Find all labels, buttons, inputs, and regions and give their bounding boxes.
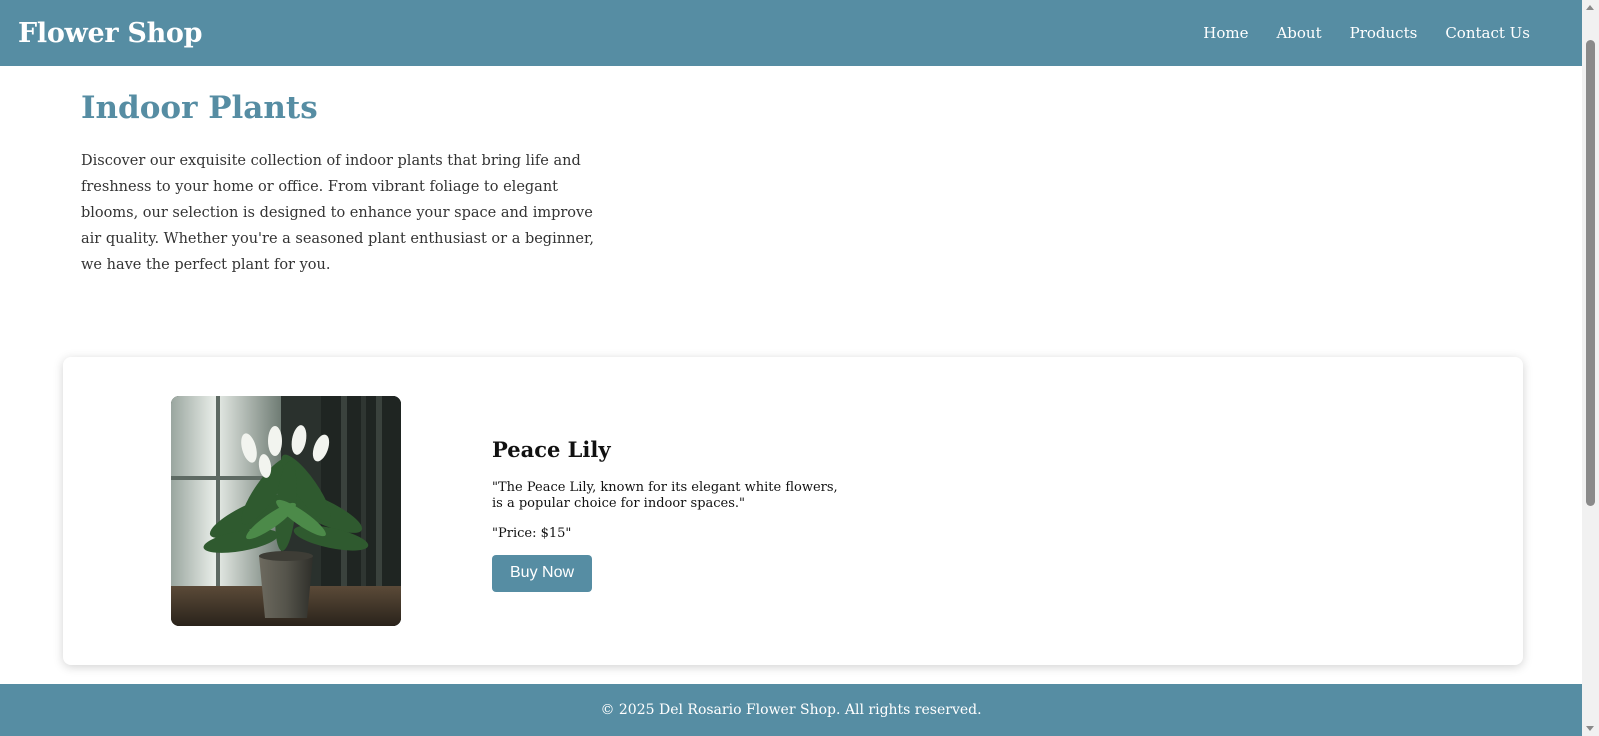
nav-link-home[interactable]: Home — [1203, 24, 1248, 42]
nav-link-products[interactable]: Products — [1350, 24, 1418, 42]
product-description: "The Peace Lily, known for its elegant w… — [492, 480, 838, 511]
scroll-up-arrow-icon[interactable] — [1586, 5, 1594, 10]
product-name: Peace Lily — [492, 437, 611, 462]
nav-links: Home About Products Contact Us — [1203, 24, 1530, 42]
intro-section: Indoor Plants Discover our exquisite col… — [81, 90, 611, 278]
scrollbar-thumb[interactable] — [1586, 40, 1595, 506]
footer-copyright: © 2025 Del Rosario Flower Shop. All righ… — [600, 702, 982, 718]
product-image — [171, 396, 401, 626]
page-scrollbar[interactable] — [1582, 0, 1599, 736]
page-title: Indoor Plants — [81, 90, 318, 126]
scroll-down-arrow-icon[interactable] — [1586, 726, 1594, 731]
peace-lily-photo-icon — [171, 396, 401, 626]
footer: © 2025 Del Rosario Flower Shop. All righ… — [0, 684, 1582, 736]
navbar: Flower Shop Home About Products Contact … — [0, 0, 1582, 66]
product-info: Peace Lily "The Peace Lily, known for it… — [492, 437, 852, 592]
nav-link-contact[interactable]: Contact Us — [1445, 24, 1530, 42]
product-card: Peace Lily "The Peace Lily, known for it… — [63, 357, 1523, 665]
nav-link-about[interactable]: About — [1276, 24, 1321, 42]
intro-paragraph: Discover our exquisite collection of ind… — [81, 153, 594, 273]
product-price: "Price: $15" — [492, 526, 572, 541]
brand-logo-text[interactable]: Flower Shop — [18, 18, 203, 49]
buy-now-button[interactable]: Buy Now — [492, 555, 593, 592]
